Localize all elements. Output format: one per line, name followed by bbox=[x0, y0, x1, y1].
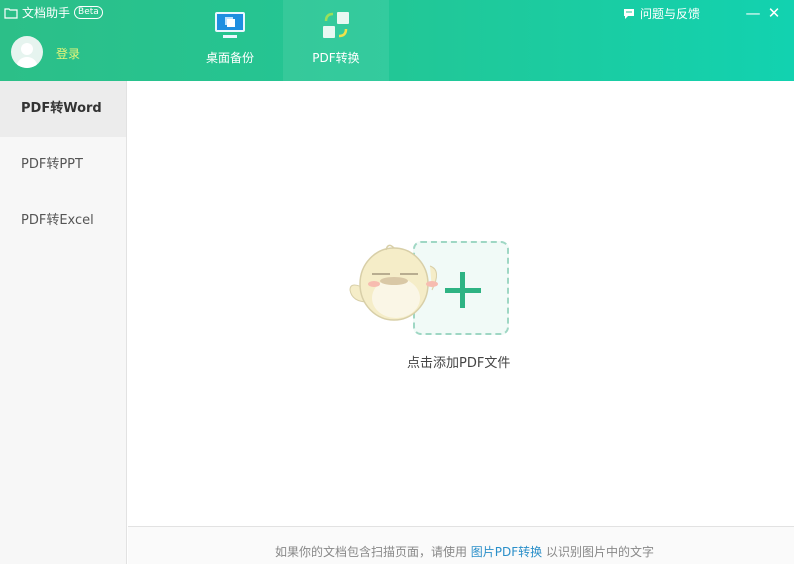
tab-pdf-convert[interactable]: PDF转换 bbox=[283, 0, 389, 81]
close-button[interactable]: ✕ bbox=[766, 4, 782, 22]
feedback-button[interactable]: 问题与反馈 bbox=[623, 5, 700, 22]
convert-icon bbox=[323, 12, 349, 38]
app-title: 文档助手 Beta bbox=[4, 4, 103, 21]
sidebar-item-pdf-to-excel[interactable]: PDF转Excel bbox=[0, 193, 126, 249]
plus-icon-vertical bbox=[460, 272, 465, 308]
folder-icon bbox=[4, 7, 18, 19]
login-link[interactable]: 登录 bbox=[56, 45, 80, 62]
tab-label: PDF转换 bbox=[312, 51, 360, 65]
image-pdf-convert-link[interactable]: 图片PDF转换 bbox=[471, 545, 542, 559]
mascot-icon bbox=[349, 244, 438, 321]
beta-badge: Beta bbox=[74, 6, 103, 19]
tab-label: 桌面备份 bbox=[205, 51, 254, 65]
monitor-icon bbox=[215, 12, 245, 38]
add-file-label[interactable]: 点击添加PDF文件 bbox=[407, 352, 510, 371]
sidebar-item-pdf-to-ppt[interactable]: PDF转PPT bbox=[0, 137, 126, 193]
footer-hint: 如果你的文档包含扫描页面，请使用 图片PDF转换 以识别图片中的文字 bbox=[128, 526, 794, 564]
footer-suffix: 以识别图片中的文字 bbox=[542, 545, 654, 559]
footer-prefix: 如果你的文档包含扫描页面，请使用 bbox=[274, 545, 471, 559]
user-icon bbox=[16, 43, 38, 68]
chat-icon bbox=[624, 8, 634, 19]
app-name: 文档助手 bbox=[22, 6, 71, 20]
sidebar: PDF转Word PDF转PPT PDF转Excel bbox=[0, 81, 127, 564]
tab-desktop-backup[interactable]: 桌面备份 bbox=[177, 0, 283, 81]
feedback-label: 问题与反馈 bbox=[640, 7, 701, 21]
minimize-button[interactable]: — bbox=[745, 4, 761, 22]
avatar[interactable] bbox=[11, 36, 43, 68]
sidebar-item-pdf-to-word[interactable]: PDF转Word bbox=[0, 81, 126, 137]
header: 文档助手 Beta 登录 桌面备份 PDF转换 问题与反馈 — ✕ bbox=[0, 0, 794, 81]
